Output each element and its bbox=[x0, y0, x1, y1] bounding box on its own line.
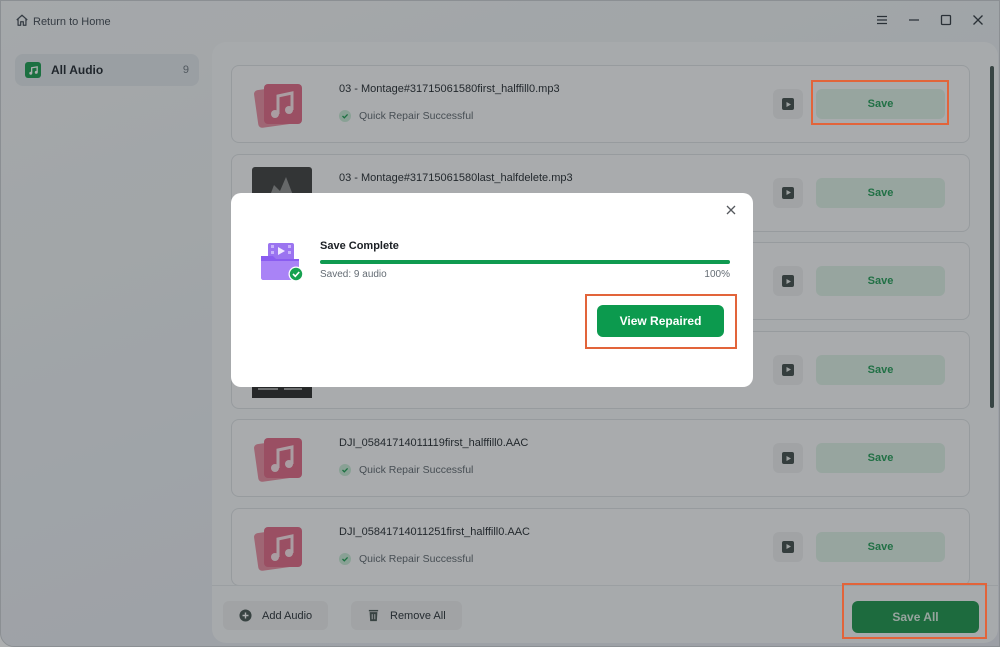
save-complete-dialog: Save Complete Saved: 9 audio 100% View R… bbox=[231, 193, 753, 387]
dialog-close-button[interactable] bbox=[724, 203, 738, 217]
saved-count-text: Saved: 9 audio bbox=[320, 269, 387, 280]
view-repaired-button[interactable]: View Repaired bbox=[597, 305, 724, 337]
folder-video-check-icon bbox=[259, 239, 307, 285]
progress-percent: 100% bbox=[704, 269, 730, 280]
close-icon bbox=[726, 205, 736, 215]
save-progress-bar bbox=[320, 260, 730, 264]
dialog-title: Save Complete bbox=[320, 240, 399, 252]
progress-fill bbox=[320, 260, 730, 264]
